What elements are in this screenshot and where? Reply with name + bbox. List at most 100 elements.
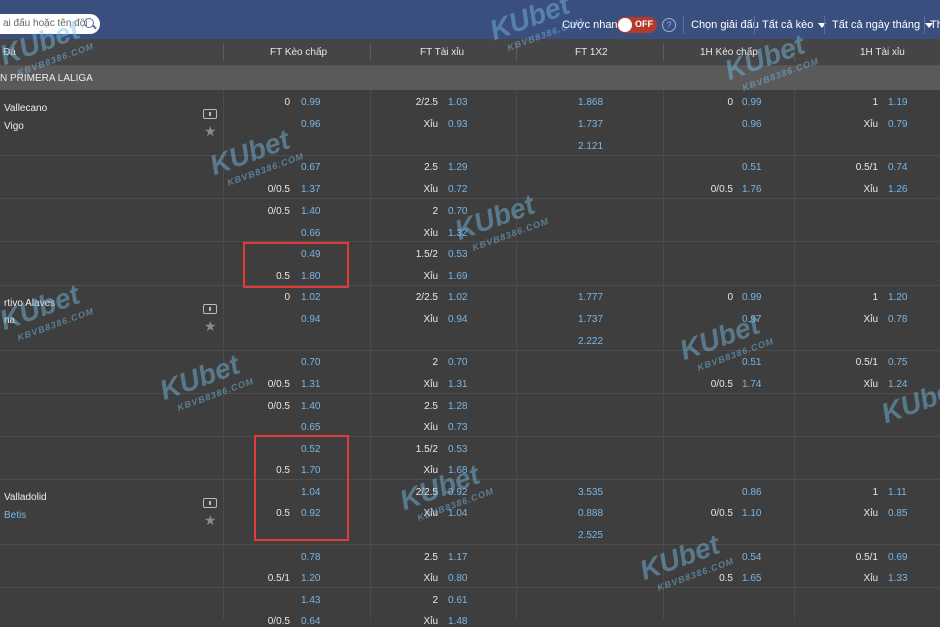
watermark-logo: KUbet KBVB8386.COM <box>156 346 256 417</box>
league-select-button[interactable]: Chọn giải đấu <box>691 19 759 31</box>
1h-handicap-odds[interactable]: 1.74 <box>742 379 761 390</box>
ft-ou-odds[interactable]: 1.31 <box>448 379 467 390</box>
ft-ou-odds[interactable]: 1.03 <box>448 97 467 108</box>
1h-ou-odds[interactable]: 1.19 <box>888 97 907 108</box>
quick-bet-toggle[interactable]: OFF <box>617 17 657 33</box>
cut-menu-item[interactable]: Th <box>930 19 940 31</box>
ft-handicap-odds[interactable]: 0.65 <box>301 422 320 433</box>
ft-ou-line: Xỉu <box>423 228 438 239</box>
1h-ou-odds[interactable]: 0.78 <box>888 314 907 325</box>
ft-1x2-odds[interactable]: 3.535 <box>578 487 603 498</box>
ft-handicap-line: 0 <box>284 292 290 303</box>
ft-ou-line: Xỉu <box>423 616 438 627</box>
1h-ou-odds[interactable]: 1.11 <box>888 487 907 498</box>
stats-icon[interactable] <box>203 304 217 314</box>
1h-handicap-odds[interactable]: 0.86 <box>742 487 761 498</box>
ft-ou-line: 2.5 <box>424 552 438 563</box>
watermark-logo: KUbet KBVB8386.COM <box>0 276 95 347</box>
1h-ou-odds[interactable]: 1.20 <box>888 292 907 303</box>
ft-handicap-odds[interactable]: 1.31 <box>301 379 320 390</box>
1h-handicap-odds[interactable]: 0.99 <box>742 292 761 303</box>
ft-ou-odds[interactable]: 0.72 <box>448 184 467 195</box>
ft-ou-odds[interactable]: 0.70 <box>448 357 467 368</box>
watermark-logo: KUbet KBVB8386.COM <box>206 121 306 192</box>
help-icon[interactable]: ? <box>662 18 676 32</box>
divider <box>683 16 684 34</box>
1h-ou-odds[interactable]: 0.75 <box>888 357 907 368</box>
ft-1x2-odds[interactable]: 1.868 <box>578 97 603 108</box>
ft-handicap-odds[interactable]: 1.43 <box>301 595 320 606</box>
1h-ou-odds[interactable]: 1.26 <box>888 184 907 195</box>
ft-handicap-odds[interactable]: 0.70 <box>301 357 320 368</box>
1h-ou-odds[interactable]: 0.79 <box>888 119 907 130</box>
ft-ou-odds[interactable]: 0.53 <box>448 444 467 455</box>
ft-handicap-odds[interactable]: 1.02 <box>301 292 320 303</box>
stats-icon[interactable] <box>203 109 217 119</box>
1h-ou-odds[interactable]: 0.74 <box>888 162 907 173</box>
ft-ou-odds[interactable]: 1.69 <box>448 271 467 282</box>
ft-ou-odds[interactable]: 1.29 <box>448 162 467 173</box>
ft-ou-odds[interactable]: 0.80 <box>448 573 467 584</box>
1h-ou-odds[interactable]: 1.33 <box>888 573 907 584</box>
ft-handicap-odds[interactable]: 0.78 <box>301 552 320 563</box>
ft-handicap-odds[interactable]: 1.20 <box>301 573 320 584</box>
1h-handicap-odds[interactable]: 0.54 <box>742 552 761 563</box>
highlight-box <box>254 435 349 541</box>
ft-1x2-odds[interactable]: 1.777 <box>578 292 603 303</box>
ft-handicap-line: 0/0.5 <box>267 616 290 627</box>
ft-1x2-odds[interactable]: 1.737 <box>578 119 603 130</box>
1h-ou-line: Xỉu <box>863 573 878 584</box>
ft-ou-odds[interactable]: 0.61 <box>448 595 467 606</box>
1h-ou-line: 0.5/1 <box>855 357 878 368</box>
star-icon[interactable]: ★ <box>204 513 217 527</box>
ft-1x2-odds[interactable]: 1.737 <box>578 314 603 325</box>
ft-1x2-odds[interactable]: 0.888 <box>578 508 603 519</box>
1h-handicap-line: 0/0.5 <box>710 184 733 195</box>
all-dates-dropdown[interactable]: Tất cả ngày tháng <box>832 19 934 31</box>
ft-1x2-odds[interactable]: 2.525 <box>578 530 603 541</box>
row-divider <box>0 436 940 437</box>
1h-handicap-odds[interactable]: 1.76 <box>742 184 761 195</box>
1h-handicap-odds[interactable]: 0.99 <box>742 97 761 108</box>
ft-1x2-odds[interactable]: 2.222 <box>578 336 603 347</box>
grid-line <box>663 90 664 620</box>
watermark-brand: KUbet <box>877 371 940 430</box>
ft-ou-odds[interactable]: 1.17 <box>448 552 467 563</box>
1h-ou-odds[interactable]: 1.24 <box>888 379 907 390</box>
ft-ou-line: 1.5/2 <box>415 249 438 260</box>
ft-handicap-odds[interactable]: 1.40 <box>301 401 320 412</box>
1h-handicap-odds[interactable]: 1.10 <box>742 508 761 519</box>
ft-ou-odds[interactable]: 0.73 <box>448 422 467 433</box>
1h-handicap-odds[interactable]: 0.51 <box>742 162 761 173</box>
ft-handicap-odds[interactable]: 1.40 <box>301 206 320 217</box>
ft-ou-line: Xỉu <box>423 119 438 130</box>
1h-ou-odds[interactable]: 0.85 <box>888 508 907 519</box>
ft-ou-odds[interactable]: 0.94 <box>448 314 467 325</box>
ft-handicap-odds[interactable]: 1.37 <box>301 184 320 195</box>
1h-handicap-line: 0/0.5 <box>710 379 733 390</box>
ft-handicap-line: 0.5/1 <box>267 573 290 584</box>
ft-handicap-odds[interactable]: 0.67 <box>301 162 320 173</box>
ft-ou-line: 2/2.5 <box>415 97 438 108</box>
ft-handicap-odds[interactable]: 0.64 <box>301 616 320 627</box>
1h-handicap-odds[interactable]: 1.65 <box>742 573 761 584</box>
row-divider <box>0 155 940 156</box>
star-icon[interactable]: ★ <box>204 124 217 138</box>
1h-handicap-odds[interactable]: 0.51 <box>742 357 761 368</box>
ft-handicap-odds[interactable]: 0.94 <box>301 314 320 325</box>
ft-ou-odds[interactable]: 0.93 <box>448 119 467 130</box>
1h-ou-line: 1 <box>872 292 878 303</box>
ft-1x2-odds[interactable]: 2.121 <box>578 141 603 152</box>
ft-ou-odds[interactable]: 1.02 <box>448 292 467 303</box>
ft-ou-odds[interactable]: 1.28 <box>448 401 467 412</box>
watermark-logo: KUbet <box>877 372 940 430</box>
star-icon[interactable]: ★ <box>204 319 217 333</box>
stats-icon[interactable] <box>203 498 217 508</box>
1h-ou-odds[interactable]: 0.69 <box>888 552 907 563</box>
ft-handicap-odds[interactable]: 0.99 <box>301 97 320 108</box>
ft-ou-odds[interactable]: 1.48 <box>448 616 467 627</box>
1h-handicap-odds[interactable]: 0.96 <box>742 119 761 130</box>
ft-handicap-odds[interactable]: 0.96 <box>301 119 320 130</box>
1h-ou-line: 1 <box>872 97 878 108</box>
ft-handicap-odds[interactable]: 0.66 <box>301 228 320 239</box>
